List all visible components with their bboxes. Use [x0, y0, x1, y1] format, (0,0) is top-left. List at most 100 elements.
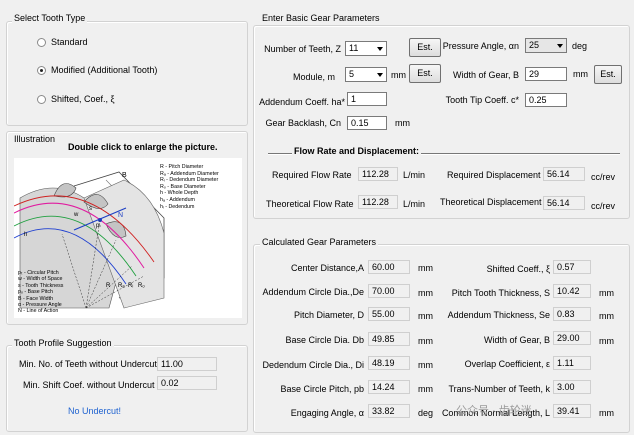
mark-pt: pₜ [96, 223, 102, 229]
mark-s: s [89, 206, 92, 212]
legend-right-item: Rₒ - Base Diameter [160, 183, 206, 190]
mark-Ri: Rᵢ [128, 283, 134, 289]
calc-left-value: 33.82 [368, 404, 410, 418]
module-unit: mm [391, 70, 406, 80]
chevron-down-icon [377, 73, 383, 77]
calc-left-label: Center Distance,A [290, 263, 364, 273]
radio-modified[interactable] [37, 66, 46, 75]
tip-input[interactable]: 0.25 [525, 93, 567, 107]
legend-right-item: hₐ - Addendum [160, 196, 195, 203]
backlash-input[interactable]: 0.15 [347, 116, 387, 130]
theo-disp-label: Theoretical Displacement [440, 197, 542, 207]
calc-right-value: 39.41 [553, 404, 591, 418]
width-est-button[interactable]: Est. [594, 65, 622, 84]
mark-R: R [106, 283, 111, 289]
req-disp-unit: cc/rev [591, 172, 616, 182]
pressure-select[interactable]: 25 [525, 38, 567, 53]
teeth-label: Number of Teeth, Z [264, 44, 341, 54]
theo-disp-value: 56.14 [543, 196, 585, 210]
calc-left-value: 48.19 [368, 356, 410, 370]
calc-left-label: Base Circle Pitch, pb [280, 384, 364, 394]
calc-left-unit: deg [418, 408, 434, 418]
mark-Ro: Rₒ [138, 283, 145, 289]
calc-right-value: 10.42 [553, 284, 591, 298]
width-label: Width of Gear, B [452, 70, 519, 80]
calc-right-unit: mm [599, 336, 614, 346]
pressure-label: Pressure Angle, αn [442, 41, 519, 51]
calc-left-label: Engaging Angle, α [290, 408, 364, 418]
mark-w: w [74, 212, 79, 218]
chevron-down-icon [377, 47, 383, 51]
calc-right-value: 3.00 [553, 380, 591, 394]
addendum-input[interactable]: 1 [347, 92, 387, 106]
calc-right-label: Shifted Coeff., ξ [486, 264, 550, 274]
calc-right-label: Trans-Number of Teeth, k [448, 384, 550, 394]
calc-right-label: Addendum Thickness, Se [447, 310, 550, 320]
legend-right-item: R - Pitch Diameter [160, 164, 204, 170]
calc-right-label: Overlap Coefficient, ε [464, 359, 550, 369]
calc-right-value: 29.00 [553, 331, 591, 345]
mark-h: h [24, 232, 28, 238]
teeth-est-button[interactable]: Est. [409, 38, 441, 57]
tip-label: Tooth Tip Coeff. c* [445, 95, 519, 105]
req-disp-label: Required Displacement [447, 170, 541, 180]
radio-standard-label[interactable]: Standard [51, 37, 88, 47]
radio-standard[interactable] [37, 38, 46, 47]
module-est-button[interactable]: Est. [409, 64, 441, 83]
radio-shifted[interactable] [37, 95, 46, 104]
radio-modified-label[interactable]: Modified (Additional Tooth) [51, 65, 157, 75]
addendum-label: Addendum Coeff. ha* [259, 97, 345, 107]
legend-right-item: Rᵢ - Dedendum Diameter [160, 177, 219, 184]
legend-right: R - Pitch Diameter Rₐ - Addendum Diamete… [160, 164, 219, 210]
backlash-unit: mm [395, 118, 410, 128]
min-teeth-value: 11.00 [157, 357, 217, 371]
calc-left-label: Addendum Circle Dia.,De [262, 287, 364, 297]
theo-disp-unit: cc/rev [591, 201, 616, 211]
theo-flow-value: 112.28 [358, 195, 398, 209]
req-flow-unit: L/min [403, 170, 426, 180]
legend-left-item: N - Line of Action [18, 308, 59, 315]
illustration-hint: Double click to enlarge the picture. [68, 142, 218, 152]
legend-right-item: h - Whole Depth [160, 190, 199, 197]
watermark: 公众号 · 齿轮迷 [456, 405, 532, 417]
theo-flow-label: Theoretical Flow Rate [266, 199, 354, 209]
legend-right-item: hᵢ - Dedendum [160, 203, 195, 210]
calc-params-title: Calculated Gear Parameters [260, 237, 379, 247]
calc-left-label: Base Circle Dia. Db [285, 335, 364, 345]
calc-right-unit: mm [599, 288, 614, 298]
pressure-unit: deg [572, 41, 588, 51]
calc-left-unit: mm [418, 288, 433, 298]
calc-right-value: 1.11 [553, 356, 591, 370]
legend-left-item: w - Width of Space [18, 276, 63, 283]
basic-params-title: Enter Basic Gear Parameters [260, 13, 382, 23]
flow-title: Flow Rate and Displacement: [292, 146, 422, 156]
module-label: Module, m [292, 72, 335, 82]
mark-B: B [122, 172, 127, 179]
tooth-type-title: Select Tooth Type [12, 13, 88, 23]
width-unit: mm [573, 69, 588, 79]
profile-title: Tooth Profile Suggestion [12, 338, 114, 348]
min-teeth-label: Min. No. of Teeth without Undercut [19, 359, 157, 369]
gear-illustration[interactable]: B N pₜ s w h R Rₐ Rᵢ Rₒ R - Pitch Diamet… [14, 158, 242, 318]
theo-flow-unit: L/min [403, 199, 426, 209]
calc-right-label: Width of Gear, B [483, 335, 550, 345]
chevron-down-icon [557, 44, 563, 48]
min-shift-value: 0.02 [157, 376, 217, 390]
req-flow-value: 112.28 [358, 167, 398, 181]
radio-shifted-label[interactable]: Shifted, Coef., ξ [51, 94, 115, 104]
calc-right-unit: mm [599, 311, 614, 321]
calc-left-value: 49.85 [368, 332, 410, 346]
backlash-label: Gear Backlash, Cn [265, 118, 341, 128]
illustration-title: Illustration [12, 134, 58, 144]
calc-left-value: 70.00 [368, 284, 410, 298]
mark-N: N [118, 212, 124, 219]
module-select-value: 5 [349, 69, 355, 79]
calc-left-label: Pitch Diameter, D [293, 310, 364, 320]
calc-left-value: 60.00 [368, 260, 410, 274]
module-select[interactable]: 5 [345, 67, 387, 82]
width-input[interactable]: 29 [525, 67, 567, 81]
teeth-select[interactable]: 11 [345, 41, 387, 56]
min-shift-label: Min. Shift Coef. without Undercut [23, 380, 155, 390]
calc-left-unit: mm [418, 384, 433, 394]
legend-right-item: Rₐ - Addendum Diameter [160, 170, 219, 177]
